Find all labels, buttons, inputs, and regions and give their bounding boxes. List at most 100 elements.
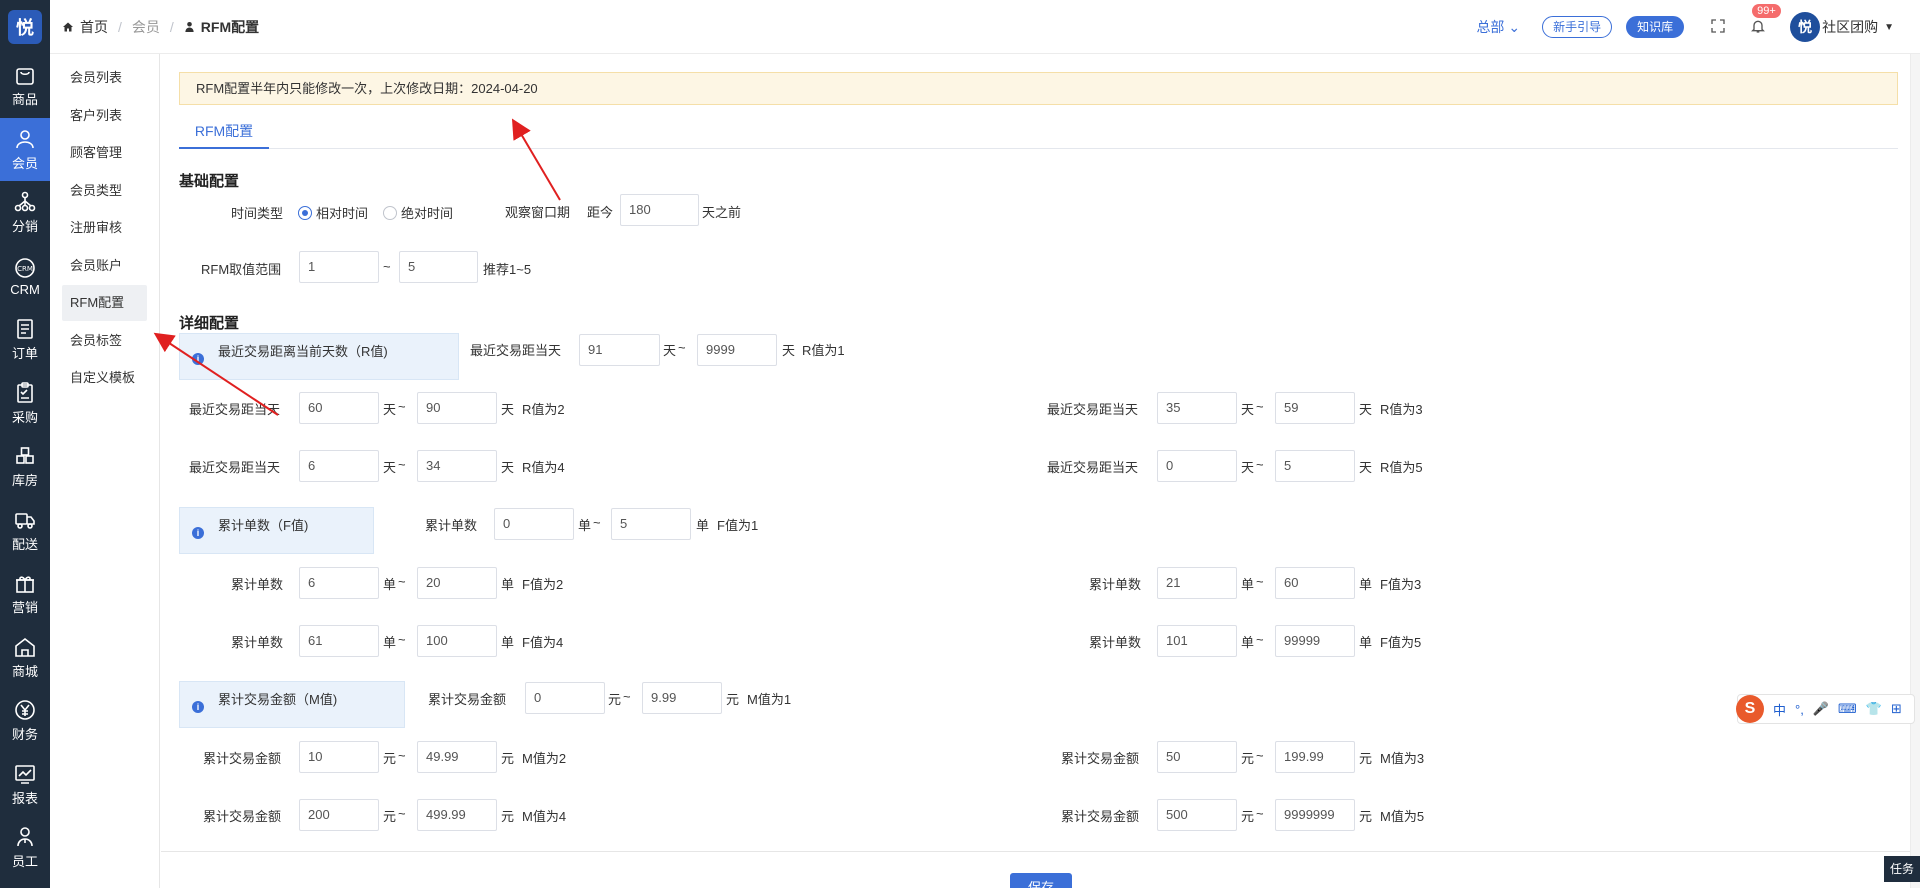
m-row3-to-input[interactable]: 199.99 <box>1275 741 1355 773</box>
rail-item-warehouse[interactable]: 库房 <box>0 435 50 499</box>
subnav-member-list[interactable]: 会员列表 <box>62 60 147 96</box>
subnav-member-type[interactable]: 会员类型 <box>62 173 147 209</box>
notification-bell[interactable]: 99+ <box>1750 3 1781 37</box>
f-row5-from-input[interactable]: 101 <box>1157 625 1237 657</box>
r-row2-unit2: 天 <box>501 402 515 417</box>
rail-item-purchase[interactable]: 采购 <box>0 372 50 436</box>
m-row2-from-input[interactable]: 10 <box>299 741 379 773</box>
rail-item-delivery[interactable]: 配送 <box>0 499 50 563</box>
m-row5-from-input[interactable]: 500 <box>1157 799 1237 831</box>
r-row4-from-input[interactable]: 6 <box>299 450 379 482</box>
save-button[interactable]: 保存 <box>1010 873 1072 888</box>
subnav-member-tags[interactable]: 会员标签 <box>62 323 147 359</box>
radio-relative-time[interactable]: 相对时间 <box>298 203 368 222</box>
knowledge-base-button[interactable]: 知识库 <box>1626 16 1685 38</box>
f-row4-from-input[interactable]: 61 <box>299 625 379 657</box>
grid-icon[interactable]: ⊞ <box>1891 701 1902 717</box>
m-row1-label: 累计交易金额 <box>428 692 507 707</box>
main-content: RFM配置半年内只能修改一次，上次修改日期：2024-04-20 RFM配置 基… <box>161 54 1920 888</box>
range-label: RFM取值范围 <box>201 262 282 277</box>
tilde: ~ <box>398 748 406 763</box>
m-row2-to-input[interactable]: 49.99 <box>417 741 497 773</box>
f-row3-to-input[interactable]: 60 <box>1275 567 1355 599</box>
m-row4-from-input[interactable]: 200 <box>299 799 379 831</box>
microphone-icon[interactable]: 🎤 <box>1813 701 1829 717</box>
r-row5-to-input[interactable]: 5 <box>1275 450 1355 482</box>
rail-item-staff[interactable]: 员工 <box>0 816 50 880</box>
f-row1-from-input[interactable]: 0 <box>494 508 574 540</box>
rail-item-label: 商城 <box>11 663 38 679</box>
rail-item-label: 财务 <box>11 727 38 743</box>
subnav-member-account[interactable]: 会员账户 <box>62 248 147 284</box>
f-row4-unit: 单 <box>383 635 397 650</box>
subnav-customer-list[interactable]: 客户列表 <box>62 98 147 134</box>
subnav-client-management[interactable]: 顾客管理 <box>62 135 147 171</box>
rail-item-crm[interactable]: CRM CRM <box>0 245 50 309</box>
ime-chinese-mode[interactable]: 中 <box>1773 700 1786 719</box>
r-row1-to-input[interactable]: 9999 <box>697 334 777 366</box>
m-row5-to-input[interactable]: 9999999 <box>1275 799 1355 831</box>
m-row2-label: 累计交易金额 <box>203 751 282 766</box>
rail-item-distribution[interactable]: 分销 <box>0 181 50 245</box>
rail-item-marketing[interactable]: 营销 <box>0 562 50 626</box>
user-menu[interactable]: 悦 社区团购 ▼ <box>1790 12 1894 42</box>
r-row1-unit2: 天 <box>782 343 796 358</box>
m-row1-from-input[interactable]: 0 <box>525 682 605 714</box>
rail-item-goods[interactable]: 商品 <box>0 54 50 118</box>
f-row3-label: 累计单数 <box>1089 577 1142 592</box>
m-row1-to-input[interactable]: 9.99 <box>642 682 722 714</box>
breadcrumb-home[interactable]: 首页 <box>80 17 108 37</box>
r-row1-from-input[interactable]: 91 <box>579 334 660 366</box>
r-value-title: 最近交易距离当前天数（R值) <box>218 344 388 359</box>
tab-rfm-config[interactable]: RFM配置 <box>179 118 269 149</box>
subnav-registration-review[interactable]: 注册审核 <box>62 210 147 246</box>
f-row2-from-input[interactable]: 6 <box>299 567 379 599</box>
r-row5-result: R值为5 <box>1380 460 1423 475</box>
r-row3-to-input[interactable]: 59 <box>1275 392 1355 424</box>
rail-item-mall[interactable]: 商城 <box>0 626 50 690</box>
f-row5-unit: 单 <box>1241 635 1255 650</box>
fullscreen-icon[interactable] <box>1710 18 1726 37</box>
f-row3-from-input[interactable]: 21 <box>1157 567 1237 599</box>
range-min-input[interactable]: 1 <box>299 251 379 283</box>
page-scrollbar[interactable] <box>1910 54 1920 888</box>
r-row2-to-input[interactable]: 90 <box>417 392 497 424</box>
hq-selector[interactable]: 总部 ⌄ <box>1476 17 1520 37</box>
m-row3-unit: 元 <box>1241 751 1255 766</box>
logo-mark: 悦 <box>8 10 42 44</box>
ime-punct-icon[interactable]: °, <box>1795 702 1804 717</box>
ime-toolbar[interactable]: S 中 °, 🎤 ⌨ 👕 ⊞ <box>1736 694 1915 724</box>
rail-item-report[interactable]: 报表 <box>0 753 50 817</box>
app-logo[interactable]: 悦 <box>0 0 50 54</box>
r-row1-unit: 天 <box>663 343 677 358</box>
breadcrumb-member[interactable]: 会员 <box>132 17 160 37</box>
subnav-rfm-config[interactable]: RFM配置 <box>62 285 147 321</box>
task-button[interactable]: 任务 <box>1884 856 1920 882</box>
f-row5-to-input[interactable]: 99999 <box>1275 625 1355 657</box>
r-row3-from-input[interactable]: 35 <box>1157 392 1237 424</box>
guide-button[interactable]: 新手引导 <box>1542 16 1613 38</box>
bag-icon <box>16 68 34 86</box>
m-row4-to-input[interactable]: 499.99 <box>417 799 497 831</box>
radio-absolute-time[interactable]: 绝对时间 <box>383 203 453 222</box>
r-row5-unit: 天 <box>1241 460 1255 475</box>
rail-item-finance[interactable]: 财务 <box>0 689 50 753</box>
rail-item-member[interactable]: 会员 <box>0 117 50 181</box>
r-row4-to-input[interactable]: 34 <box>417 450 497 482</box>
f-row3-unit: 单 <box>1241 577 1255 592</box>
f-row4-to-input[interactable]: 100 <box>417 625 497 657</box>
subnav-custom-template[interactable]: 自定义模板 <box>62 360 147 396</box>
range-max-input[interactable]: 5 <box>399 251 478 283</box>
f-row2-to-input[interactable]: 20 <box>417 567 497 599</box>
skin-icon[interactable]: 👕 <box>1866 701 1882 717</box>
footer-divider <box>161 851 1920 852</box>
rail-item-order[interactable]: 订单 <box>0 308 50 372</box>
f-row1-to-input[interactable]: 5 <box>611 508 691 540</box>
f-row1-unit2: 单 <box>696 518 710 533</box>
r-row2-from-input[interactable]: 60 <box>299 392 379 424</box>
keyboard-icon[interactable]: ⌨ <box>1838 701 1857 717</box>
tilde: ~ <box>1256 574 1264 589</box>
window-days-input[interactable]: 180 <box>620 194 699 226</box>
m-row3-from-input[interactable]: 50 <box>1157 741 1237 773</box>
r-row5-from-input[interactable]: 0 <box>1157 450 1237 482</box>
